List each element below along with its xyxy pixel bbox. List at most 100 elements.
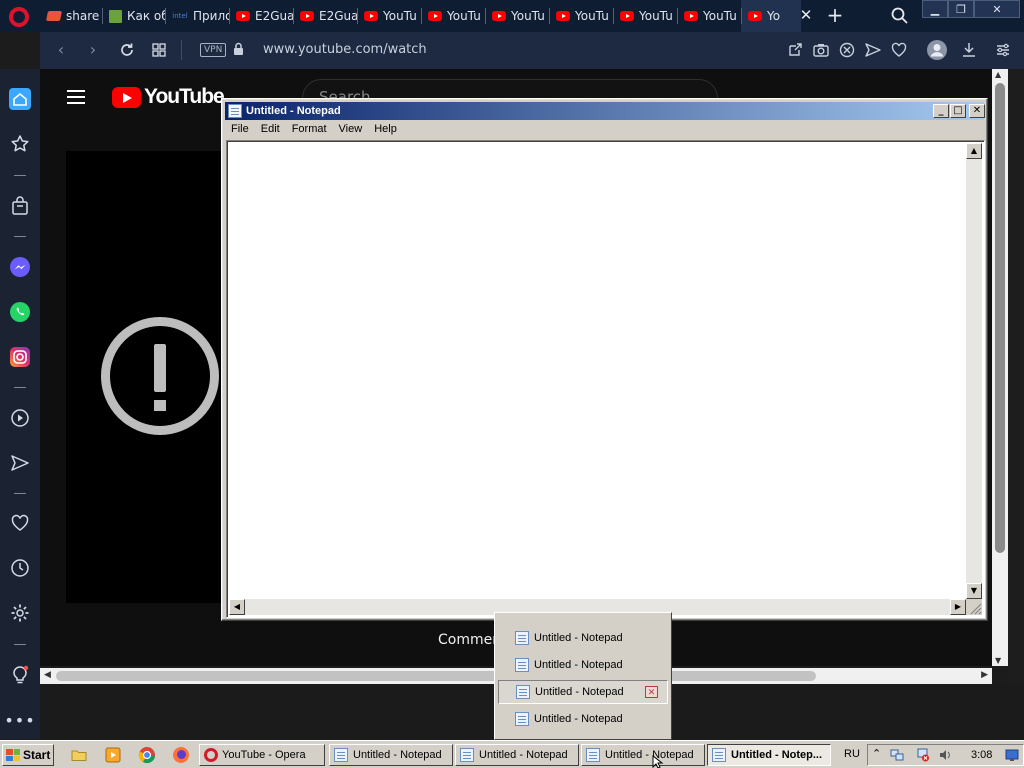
notepad-close-button[interactable]: ✕ [969,104,985,118]
scroll-right-arrow-icon[interactable]: ▶ [981,670,988,680]
browser-tab-label: YouTu [703,9,737,23]
settings-gear-icon[interactable] [9,602,31,624]
chrome-icon[interactable] [138,746,156,764]
notepad-title-bar[interactable]: Untitled - Notepad _ □ ✕ [225,102,985,120]
network-icon[interactable] [890,748,904,762]
taskbar-window-button[interactable]: Untitled - Notepad [581,744,705,766]
browser-tab[interactable]: share [40,0,102,32]
lock-icon[interactable] [233,42,244,56]
group-menu-item[interactable]: Untitled - Notepad [498,707,668,731]
notepad-vertical-scrollbar[interactable]: ▲ ▼ [966,143,982,599]
browser-tab[interactable]: YouTu [421,0,485,32]
tab-grid-icon[interactable] [150,41,168,59]
group-menu-item[interactable]: Untitled - Notepad ✕ [498,680,668,704]
easy-setup-menu-icon[interactable] [994,41,1012,59]
notepad-minimize-button[interactable]: _ [933,104,949,118]
back-button[interactable]: ‹ [52,41,70,59]
minimize-window-button[interactable]: ▁ [922,0,948,18]
browser-tab[interactable]: E2Gua [229,0,293,32]
notepad-menu-edit[interactable]: Edit [255,121,286,139]
send-icon[interactable] [864,41,882,59]
browser-tab[interactable]: YouTu [485,0,549,32]
home-speed-dial-icon[interactable] [9,88,31,110]
youtube-logo-icon[interactable] [112,87,141,108]
notepad-icon[interactable] [228,104,242,118]
browser-tab[interactable]: intel Прило [165,0,229,32]
browser-tab[interactable]: YouTu [549,0,613,32]
scrollbar-thumb[interactable] [56,671,816,681]
clock[interactable]: 3:08 [971,749,992,761]
volume-icon[interactable] [938,748,952,762]
url-field[interactable]: www.youtube.com/watch [263,42,427,57]
resize-grip-icon[interactable] [966,599,982,615]
taskbar-window-button[interactable]: Untitled - Notepad [329,744,453,766]
taskbar-window-button[interactable]: Untitled - Notepad [455,744,579,766]
downloads-icon[interactable] [960,41,978,59]
pinboard-heart-icon[interactable] [9,512,31,534]
scroll-left-arrow-icon[interactable]: ◀ [44,670,51,680]
browser-tab[interactable]: YouTu [613,0,677,32]
bookmark-heart-icon[interactable] [890,41,908,59]
browser-tab[interactable]: Как об [102,0,165,32]
group-menu-item-label: Untitled - Notepad [535,686,624,698]
notepad-menu-format[interactable]: Format [286,121,333,139]
youtube-logo-text[interactable]: YouTube [144,85,225,109]
taskbar-window-button[interactable]: Untitled - Notep... [707,744,831,766]
adblock-icon[interactable] [838,41,856,59]
browser-tab[interactable]: YouTu [677,0,741,32]
media-player-icon[interactable] [104,746,122,764]
instagram-icon[interactable] [9,346,31,368]
notepad-menu-help[interactable]: Help [368,121,403,139]
notepad-menu-view[interactable]: View [333,121,369,139]
notepad-menu-file[interactable]: File [225,121,255,139]
snapshot-camera-icon[interactable] [812,41,830,59]
lightbulb-icon[interactable] [9,664,31,686]
scroll-left-arrow-icon[interactable]: ◀ [229,599,245,615]
desktop-icon[interactable] [1005,748,1019,762]
page-vertical-scrollbar[interactable]: ▲ ▼ [992,69,1008,666]
network-disconnected-icon[interactable] [916,748,930,762]
tab-close-icon[interactable]: ✕ [798,7,814,23]
more-options-icon[interactable]: ••• [4,709,34,731]
reload-icon[interactable] [118,41,136,59]
scrollbar-thumb[interactable] [995,83,1005,553]
language-indicator[interactable]: RU [844,748,860,760]
forward-button[interactable]: › [84,41,102,59]
close-window-icon[interactable]: ✕ [645,686,658,698]
vpn-badge[interactable]: VPN [200,43,227,57]
scroll-down-arrow-icon[interactable]: ▼ [995,656,1001,665]
browser-tab[interactable]: Yo [741,0,801,32]
firefox-icon[interactable] [172,746,190,764]
close-window-button[interactable]: ✕ [974,0,1020,18]
notepad-maximize-button[interactable]: □ [950,104,966,118]
scroll-right-arrow-icon[interactable]: ▶ [950,599,966,615]
group-menu-item[interactable]: Untitled - Notepad [498,626,668,650]
show-desktop-folder-icon[interactable] [70,746,88,764]
player-icon[interactable] [9,407,31,429]
tab-search-icon[interactable] [890,6,910,26]
show-hidden-icons-icon[interactable]: ⌃ [872,748,886,762]
notepad-text-area[interactable]: ▲ ▼ ◀ ▶ [226,140,985,618]
history-clock-icon[interactable] [9,557,31,579]
guide-menu-icon[interactable] [67,90,85,104]
scroll-up-arrow-icon[interactable]: ▲ [995,70,1001,79]
share-page-icon[interactable] [786,41,804,59]
notepad-icon [515,712,529,726]
shopping-bag-icon[interactable] [9,195,31,217]
taskbar-window-button[interactable]: YouTube - Opera [199,744,325,766]
whatsapp-icon[interactable] [9,301,31,323]
messenger-icon[interactable] [9,256,31,278]
profile-avatar-icon[interactable] [926,39,948,61]
browser-tab[interactable]: YouTu [357,0,421,32]
scroll-up-arrow-icon[interactable]: ▲ [966,143,982,159]
browser-tab[interactable]: E2Gua [293,0,357,32]
restore-window-button[interactable]: ❐ [948,0,974,18]
group-menu-item[interactable]: Untitled - Notepad [498,653,668,677]
opera-menu-icon[interactable] [9,7,29,27]
opera-sidebar: ••• [0,69,40,739]
flow-send-icon[interactable] [9,452,31,474]
new-tab-button[interactable]: + [826,5,844,25]
bookmarks-star-icon[interactable] [9,133,31,155]
start-button[interactable]: Start [2,744,54,766]
scroll-down-arrow-icon[interactable]: ▼ [966,583,982,599]
